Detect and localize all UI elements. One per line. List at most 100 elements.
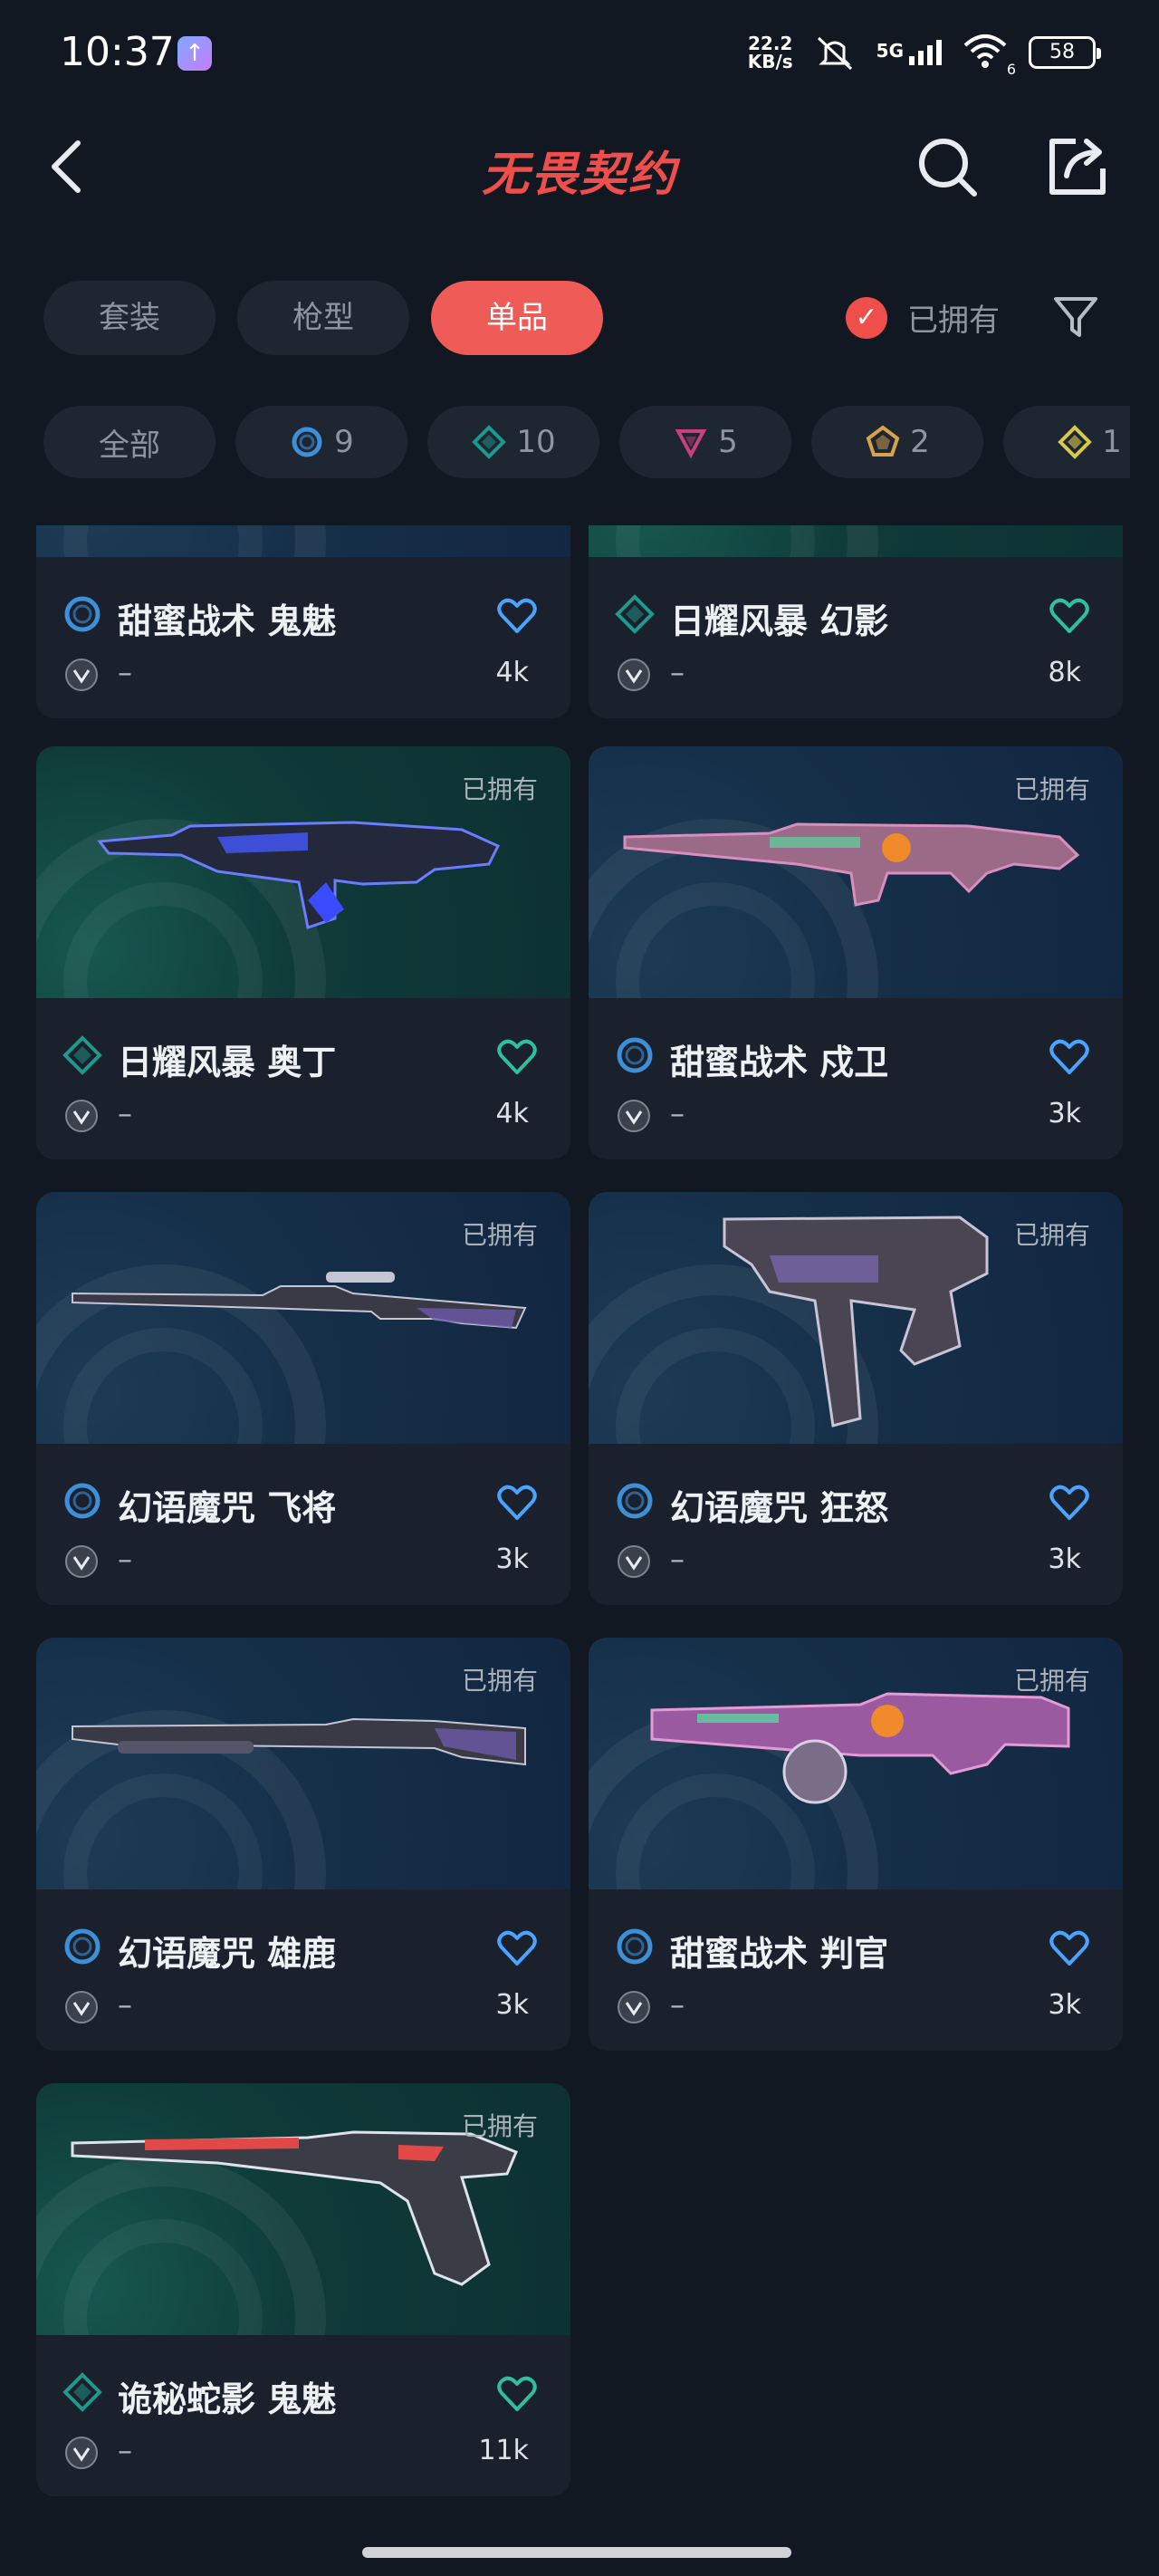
rarity-chip-count: 5 xyxy=(718,424,738,460)
skin-info: 甜蜜战术 鬼魅 – 4k xyxy=(36,557,570,718)
tab-items[interactable]: 单品 xyxy=(431,281,603,355)
skin-info: 幻语魔咒 飞将 – 3k xyxy=(36,1444,570,1605)
heart-icon[interactable] xyxy=(496,595,538,637)
owned-tag: 已拥有 xyxy=(461,774,538,804)
like-count: 4k xyxy=(495,1098,529,1129)
wifi-icon: 6 xyxy=(962,33,1016,78)
app-update-icon: ↑ xyxy=(177,36,212,71)
owned-filter-toggle[interactable]: ✓ 已拥有 xyxy=(846,295,1000,340)
heart-icon[interactable] xyxy=(1049,595,1090,637)
checkmark-icon: ✓ xyxy=(846,296,887,339)
select-tier-icon xyxy=(64,1483,101,1519)
skin-price: – xyxy=(118,1987,132,2022)
owned-tag: 已拥有 xyxy=(1013,774,1090,804)
owned-tag: 已拥有 xyxy=(1013,1666,1090,1696)
like-count: 11k xyxy=(478,2435,529,2466)
skin-card[interactable]: 已拥有 幻语魔咒 雄鹿 – 3k xyxy=(36,1638,570,2051)
valorant-points-icon xyxy=(65,2437,98,2469)
wifi-level: 6 xyxy=(1006,61,1016,78)
like-count: 3k xyxy=(1048,1098,1081,1129)
share-button[interactable] xyxy=(1045,134,1110,199)
filter-button[interactable] xyxy=(1050,292,1101,342)
heart-icon[interactable] xyxy=(496,1036,538,1078)
skin-info: 诡秘蛇影 鬼魅 – 11k xyxy=(36,2335,570,2496)
skin-card[interactable]: 已拥有 幻语魔咒 狂怒 – 3k xyxy=(589,1192,1123,1605)
select-tier-icon xyxy=(292,427,322,457)
tab-bundles[interactable]: 套装 xyxy=(43,281,216,355)
skin-image: 已拥有 xyxy=(589,1638,1123,1889)
page-title: 无畏契约 xyxy=(481,148,677,202)
exclusive-tier-icon xyxy=(866,425,900,457)
skin-card[interactable]: 日耀风暴 幻影 – 8k xyxy=(589,525,1123,718)
like-count: 3k xyxy=(495,1989,529,2021)
skin-grid: 甜蜜战术 鬼魅 – 4k 日耀风暴 幻影 – 8k 已拥有 日耀风暴 奥丁 – … xyxy=(36,525,1123,2500)
skin-name: 幻语魔咒 狂怒 xyxy=(670,1488,889,1528)
rarity-chip-exclusive[interactable]: 2 xyxy=(811,406,983,478)
app-header: 无畏契约 xyxy=(0,118,1159,217)
skin-info: 日耀风暴 幻影 – 8k xyxy=(589,557,1123,718)
skin-card[interactable]: 已拥有 诡秘蛇影 鬼魅 – 11k xyxy=(36,2083,570,2496)
search-button[interactable] xyxy=(915,134,980,199)
select-tier-icon xyxy=(64,596,101,632)
like-count: 3k xyxy=(1048,1543,1081,1575)
valorant-points-icon xyxy=(618,1991,650,2023)
heart-icon[interactable] xyxy=(496,2373,538,2415)
skin-price: – xyxy=(118,2433,132,2467)
net-speed: 22.2 KB/s xyxy=(748,34,793,71)
skin-price: – xyxy=(118,1096,132,1130)
heart-icon[interactable] xyxy=(1049,1927,1090,1969)
rarity-chip-count: 1 xyxy=(1102,424,1122,460)
ultra-tier-icon xyxy=(1058,425,1093,459)
like-count: 8k xyxy=(1048,657,1081,688)
rarity-chip-ultra[interactable]: 1 xyxy=(1003,406,1130,478)
rarity-chip-deluxe[interactable]: 10 xyxy=(427,406,599,478)
heart-icon[interactable] xyxy=(1049,1036,1090,1078)
skin-name: 日耀风暴 奥丁 xyxy=(118,1043,337,1082)
status-time: 10:37 xyxy=(60,29,175,75)
owned-tag: 已拥有 xyxy=(1013,1220,1090,1250)
skin-card[interactable]: 甜蜜战术 鬼魅 – 4k xyxy=(36,525,570,718)
rarity-chip-all[interactable]: 全部 xyxy=(43,406,216,478)
rarity-chip-select[interactable]: 9 xyxy=(235,406,407,478)
select-tier-icon xyxy=(617,1928,653,1965)
skin-price: – xyxy=(670,1542,685,1576)
skin-card[interactable]: 已拥有 幻语魔咒 飞将 – 3k xyxy=(36,1192,570,1605)
owned-filter-label: 已拥有 xyxy=(907,303,1000,339)
rarity-chip-count: 2 xyxy=(910,424,930,460)
valorant-points-icon xyxy=(65,1545,98,1578)
heart-icon[interactable] xyxy=(1049,1482,1090,1523)
skin-image: 已拥有 xyxy=(36,746,570,998)
skin-image: 已拥有 xyxy=(36,1192,570,1444)
deluxe-tier-icon xyxy=(62,2372,102,2412)
skin-image: 已拥有 xyxy=(36,1638,570,1889)
net-speed-value: 22.2 xyxy=(748,33,793,54)
skin-price: – xyxy=(670,1987,685,2022)
skin-price: – xyxy=(118,1542,132,1576)
skin-price: – xyxy=(670,1096,685,1130)
skin-image xyxy=(36,525,570,557)
skin-info: 幻语魔咒 雄鹿 – 3k xyxy=(36,1889,570,2051)
rarity-filter-row: 全部 9 10 5 2 1 xyxy=(43,406,1130,478)
rarity-chip-count: 10 xyxy=(516,424,556,460)
skin-info: 幻语魔咒 狂怒 – 3k xyxy=(589,1444,1123,1605)
select-tier-icon xyxy=(617,1483,653,1519)
skin-image: 已拥有 xyxy=(589,1192,1123,1444)
skin-card[interactable]: 已拥有 甜蜜战术 判官 – 3k xyxy=(589,1638,1123,2051)
funnel-icon xyxy=(1054,297,1097,337)
skin-card[interactable]: 已拥有 甜蜜战术 戍卫 – 3k xyxy=(589,746,1123,1159)
tab-weapon-type[interactable]: 枪型 xyxy=(237,281,409,355)
deluxe-tier-icon xyxy=(472,425,507,459)
skin-info: 甜蜜战术 判官 – 3k xyxy=(589,1889,1123,2051)
select-tier-icon xyxy=(617,1037,653,1073)
skin-name: 甜蜜战术 判官 xyxy=(670,1934,889,1974)
battery-indicator: 58 xyxy=(1029,36,1101,69)
heart-icon[interactable] xyxy=(496,1482,538,1523)
heart-icon[interactable] xyxy=(496,1927,538,1969)
rarity-chip-premium[interactable]: 5 xyxy=(619,406,791,478)
select-tier-icon xyxy=(64,1928,101,1965)
deluxe-tier-icon xyxy=(615,594,655,634)
valorant-points-icon xyxy=(618,1545,650,1578)
home-indicator[interactable] xyxy=(362,2547,791,2558)
skin-card[interactable]: 已拥有 日耀风暴 奥丁 – 4k xyxy=(36,746,570,1159)
valorant-points-icon xyxy=(65,1100,98,1132)
